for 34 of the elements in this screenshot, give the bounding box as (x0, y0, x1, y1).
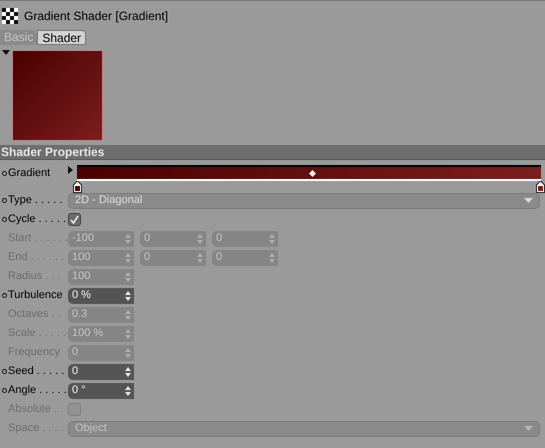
number-field[interactable]: 0 ° (68, 382, 134, 398)
color-knot-icon[interactable] (73, 181, 82, 193)
animation-dot-icon[interactable] (2, 293, 6, 298)
property-label: Turbulence (8, 288, 63, 304)
number-field[interactable]: 0 % (68, 288, 134, 304)
tab[interactable]: Shader (37, 30, 86, 45)
animation-dot-icon[interactable] (2, 388, 6, 393)
tab[interactable]: Basic (0, 30, 38, 45)
property-label: Type . . . . . (8, 193, 62, 208)
animation-dot-icon[interactable] (2, 170, 6, 176)
checkmark-icon (70, 215, 79, 224)
spinner-icon[interactable] (125, 290, 131, 300)
spinner-icon[interactable] (125, 386, 131, 396)
checker-icon (2, 8, 18, 24)
collapse-arrow-icon[interactable] (2, 50, 10, 55)
animation-dot-icon[interactable] (2, 217, 6, 222)
expand-arrow-icon[interactable] (68, 166, 73, 174)
property-label: Gradient (8, 166, 50, 181)
gradient-bar[interactable] (77, 165, 541, 181)
animation-dot-icon[interactable] (2, 198, 6, 203)
property-label: Cycle . . . . . (8, 212, 66, 228)
checkbox[interactable] (68, 213, 81, 226)
spinner-icon[interactable] (125, 366, 131, 376)
property-label: Angle . . . . . (8, 383, 67, 398)
dropdown-arrow-icon (524, 198, 533, 203)
number-field[interactable]: 0 (68, 364, 134, 380)
property-label: Seed . . . . . (8, 364, 64, 380)
section-header: Shader Properties (0, 145, 545, 160)
dropdown[interactable]: 2D - Diagonal (68, 192, 540, 208)
dropdown-arrow-icon (524, 426, 533, 431)
color-knot-icon[interactable] (536, 181, 545, 193)
window-title: Gradient Shader [Gradient] (24, 8, 168, 24)
midpoint-icon[interactable] (309, 170, 316, 177)
animation-dot-icon[interactable] (2, 369, 6, 374)
